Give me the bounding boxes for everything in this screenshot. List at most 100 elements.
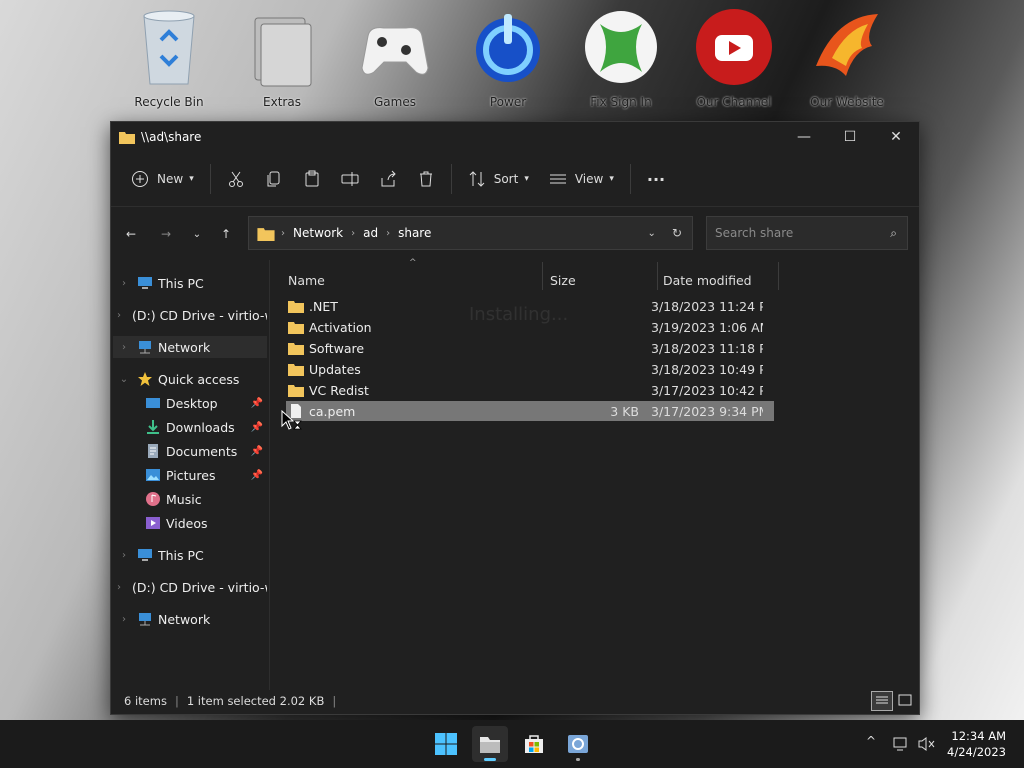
desktop-icon-label: Our Website bbox=[810, 95, 884, 109]
taskbar-app[interactable] bbox=[560, 726, 596, 762]
command-bar: New ▾ Sort ▾ View ▾ ··· bbox=[111, 152, 919, 207]
recent-locations-button[interactable]: ⌄ bbox=[185, 222, 209, 246]
nav-item-cd-drive[interactable]: › (D:) CD Drive - virtio-win bbox=[117, 304, 267, 326]
computer-icon bbox=[138, 549, 152, 561]
column-header-date[interactable]: Date modified bbox=[663, 268, 752, 292]
show-hidden-icons-button[interactable]: ^ bbox=[866, 734, 876, 748]
selection-info: 1 item selected 2.02 KB bbox=[186, 694, 325, 708]
paste-button[interactable] bbox=[293, 163, 331, 195]
nav-item-videos[interactable]: Videos bbox=[139, 512, 267, 534]
details-view-button[interactable] bbox=[871, 691, 893, 711]
desktop-icon-extras[interactable]: Extras bbox=[232, 6, 332, 109]
desktop-icon-power[interactable]: Power bbox=[458, 6, 558, 109]
address-history-button[interactable]: ⌄ bbox=[648, 228, 656, 239]
taskbar-store[interactable] bbox=[516, 726, 552, 762]
refresh-button[interactable]: ↻ bbox=[672, 226, 682, 240]
start-button[interactable] bbox=[428, 726, 464, 762]
chevron-right-icon: › bbox=[122, 277, 126, 289]
up-button[interactable]: ↑ bbox=[214, 222, 238, 246]
arrow-left-icon: ← bbox=[125, 227, 137, 241]
back-button[interactable]: ← bbox=[119, 222, 143, 246]
nav-item-desktop[interactable]: Desktop 📌 bbox=[139, 392, 267, 414]
sort-button[interactable]: Sort ▾ bbox=[458, 163, 539, 195]
network-status-icon[interactable] bbox=[893, 736, 911, 752]
desktop-icon-label: Recycle Bin bbox=[134, 95, 204, 109]
maximize-button[interactable]: ☐ bbox=[827, 122, 873, 152]
close-button[interactable]: ✕ bbox=[873, 122, 919, 152]
nav-item-this-pc-2[interactable]: › This PC bbox=[117, 544, 267, 566]
star-icon bbox=[138, 372, 152, 386]
search-box[interactable]: Search share ⌕ bbox=[706, 216, 908, 250]
rename-button[interactable] bbox=[331, 163, 369, 195]
document-icon bbox=[148, 444, 158, 458]
address-bar[interactable]: › Network › ad › share ⌄ ↻ bbox=[248, 216, 693, 250]
folder-icon bbox=[119, 132, 135, 144]
desktop-icon-games[interactable]: Games bbox=[345, 6, 445, 109]
xbox-icon bbox=[585, 11, 657, 83]
new-button[interactable]: New ▾ bbox=[121, 163, 204, 195]
divider bbox=[209, 164, 211, 194]
desktop-icon-recycle-bin[interactable]: Recycle Bin bbox=[119, 6, 219, 109]
music-icon bbox=[146, 492, 160, 506]
sort-label: Sort bbox=[493, 172, 519, 186]
nav-item-this-pc[interactable]: › This PC bbox=[117, 272, 267, 294]
chevron-right-icon: › bbox=[117, 581, 121, 593]
view-button[interactable]: View ▾ bbox=[539, 163, 624, 195]
delete-button[interactable] bbox=[407, 163, 445, 195]
file-explorer-window[interactable]: \\ad\share — ☐ ✕ New ▾ Sort ▾ View ▾ ···… bbox=[110, 121, 920, 715]
breadcrumb-share[interactable]: share bbox=[398, 226, 431, 240]
table-row[interactable]: .NET 3/18/2023 11:24 PM bbox=[286, 296, 774, 316]
column-header-size[interactable]: Size bbox=[550, 268, 576, 292]
chevron-right-icon: › bbox=[122, 613, 126, 625]
nav-item-quick-access[interactable]: ⌄ Quick access bbox=[117, 368, 267, 390]
search-input[interactable]: Search share bbox=[715, 226, 793, 240]
nav-item-network-2[interactable]: › Network bbox=[117, 608, 267, 630]
taskbar: ^ 12:34 AM 4/24/2023 bbox=[0, 720, 1024, 768]
forward-button[interactable]: → bbox=[154, 222, 178, 246]
title-bar[interactable]: \\ad\share — ☐ ✕ bbox=[111, 122, 919, 152]
power-icon bbox=[476, 14, 540, 82]
table-row[interactable]: Activation 3/19/2023 1:06 AM bbox=[286, 317, 774, 337]
nav-item-network[interactable]: › Network bbox=[113, 336, 267, 358]
column-divider[interactable] bbox=[542, 262, 543, 290]
chevron-down-icon: ⌄ bbox=[119, 373, 129, 385]
address-row: ← → ⌄ ↑ › Network › ad › share ⌄ ↻ Searc… bbox=[111, 216, 919, 252]
nav-item-pictures[interactable]: Pictures 📌 bbox=[139, 464, 267, 486]
nav-item-music[interactable]: Music bbox=[139, 488, 267, 510]
desktop-icon-our-channel[interactable]: Our Channel bbox=[684, 6, 784, 109]
table-row-selected[interactable]: ca.pem 3 KB 3/17/2023 9:34 PM bbox=[286, 401, 774, 421]
cut-button[interactable] bbox=[217, 163, 255, 195]
table-row[interactable]: Updates 3/18/2023 10:49 P... bbox=[286, 359, 774, 379]
pin-icon: 📌 bbox=[250, 469, 263, 481]
download-icon bbox=[147, 420, 159, 434]
file-list: ^ Name Size Date modified Installing... … bbox=[271, 258, 919, 690]
recycle-bin-icon bbox=[143, 10, 195, 85]
folder-icon bbox=[288, 364, 304, 376]
nav-item-cd-drive-2[interactable]: › (D:) CD Drive - virtio-win bbox=[117, 576, 267, 598]
divider bbox=[629, 164, 631, 194]
nav-item-downloads[interactable]: Downloads 📌 bbox=[139, 416, 267, 438]
desktop-icon-our-website[interactable]: Our Website bbox=[797, 6, 897, 109]
column-divider[interactable] bbox=[657, 262, 658, 290]
breadcrumb-network[interactable]: Network bbox=[293, 226, 343, 240]
gamepad-icon bbox=[361, 27, 429, 75]
video-icon bbox=[146, 517, 160, 529]
volume-muted-icon[interactable] bbox=[918, 736, 936, 752]
copy-button[interactable] bbox=[255, 163, 293, 195]
status-bar: 6 items | 1 item selected 2.02 KB | bbox=[111, 688, 919, 714]
column-divider[interactable] bbox=[778, 262, 779, 290]
tiles-view-button[interactable] bbox=[895, 691, 915, 709]
more-options-button[interactable]: ··· bbox=[637, 163, 675, 195]
share-button[interactable] bbox=[369, 163, 407, 195]
desktop-icon-fix-sign-in[interactable]: Fix Sign In bbox=[571, 6, 671, 109]
system-clock[interactable]: 12:34 AM 4/24/2023 bbox=[947, 728, 1006, 760]
new-label: New bbox=[157, 172, 184, 186]
table-row[interactable]: Software 3/18/2023 11:18 PM bbox=[286, 338, 774, 358]
divider: | bbox=[174, 694, 179, 708]
taskbar-file-explorer[interactable] bbox=[472, 726, 508, 762]
minimize-button[interactable]: — bbox=[781, 122, 827, 152]
column-header-name[interactable]: Name bbox=[288, 268, 325, 292]
breadcrumb-ad[interactable]: ad bbox=[363, 226, 378, 240]
nav-item-documents[interactable]: Documents 📌 bbox=[139, 440, 267, 462]
table-row[interactable]: VC Redist 3/17/2023 10:42 P... bbox=[286, 380, 774, 400]
